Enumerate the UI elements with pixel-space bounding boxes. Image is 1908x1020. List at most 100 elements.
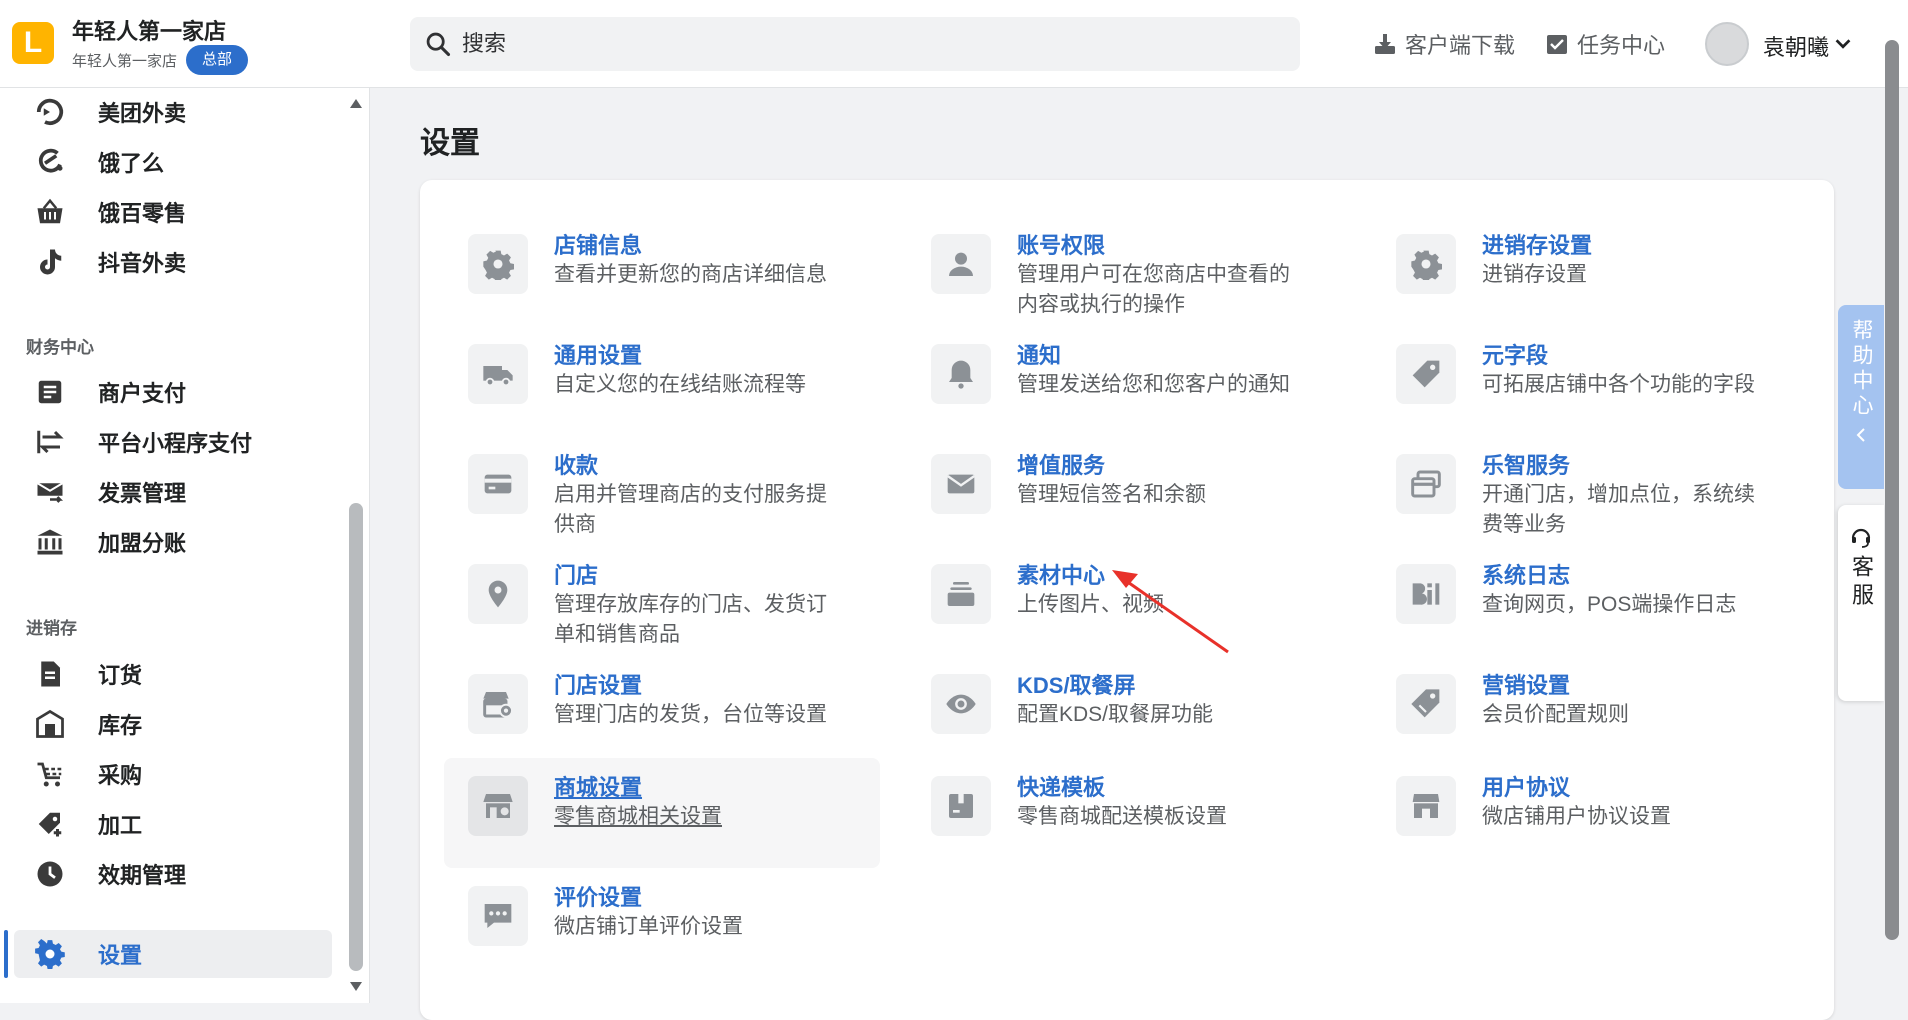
settings-tile-mall-settings[interactable]: 商城设置 零售商城相关设置 — [444, 758, 880, 868]
settings-tile-store-info[interactable]: 店铺信息 查看并更新您的商店详细信息 — [444, 216, 880, 326]
tile-desc: 微店铺用户协议设置 — [1482, 805, 1671, 828]
gear-icon — [28, 932, 72, 976]
tile-desc: 微店铺订单评价设置 — [554, 915, 743, 938]
tiktok-icon — [28, 240, 72, 284]
sidebar-item-purchase[interactable]: 采购 — [14, 750, 332, 798]
settings-tile-payments[interactable]: 收款 启用并管理商店的支付服务提供商 — [444, 436, 880, 546]
cards-icon — [1396, 454, 1456, 514]
sidebar-item-ebai[interactable]: 饿百零售 — [14, 188, 332, 236]
tile-title: 门店 — [554, 563, 599, 588]
sidebar-item-merchant-pay[interactable]: 商户支付 — [14, 368, 332, 416]
sidebar-item-ordering[interactable]: 订货 — [14, 650, 332, 698]
tile-desc: 启用并管理商店的支付服务提供商 — [554, 483, 827, 536]
tile-desc: 零售商城相关设置 — [554, 805, 722, 828]
sidebar-item-label: 加工 — [98, 813, 143, 838]
tile-title: 素材中心 — [1017, 563, 1106, 588]
settings-tile-review-settings[interactable]: 评价设置 微店铺订单评价设置 — [444, 868, 880, 978]
tile-title: 营销设置 — [1482, 673, 1571, 698]
store-name[interactable]: 年轻人第一家店 — [72, 14, 226, 46]
sidebar-item-eleme[interactable]: 饿了么 — [14, 138, 332, 186]
sidebar-item-label: 商户支付 — [98, 381, 187, 406]
sidebar-item-label: 美团外卖 — [98, 101, 187, 126]
task-center-button[interactable]: 任务中心 — [1545, 28, 1665, 60]
settings-tile-kds[interactable]: KDS/取餐屏 配置KDS/取餐屏功能 — [907, 656, 1343, 766]
avatar[interactable] — [1705, 22, 1749, 66]
invoice-icon — [28, 470, 72, 514]
location-icon — [468, 564, 528, 624]
customer-service-tab[interactable]: 客服 — [1838, 505, 1884, 701]
tile-desc: 管理发送给您和您客户的通知 — [1017, 373, 1290, 396]
stack-icon — [931, 564, 991, 624]
sidebar-item-franchise[interactable]: 加盟分账 — [14, 518, 332, 566]
settings-tile-marketing[interactable]: 营销设置 会员价配置规则 — [1372, 656, 1808, 766]
marketing-tag-icon — [1396, 674, 1456, 734]
download-client-button[interactable]: 客户端下载 — [1373, 28, 1515, 60]
tile-desc: 进销存设置 — [1482, 263, 1587, 286]
settings-tile-lezhi-service[interactable]: 乐智服务 开通门店，增加点位，系统续费等业务 — [1372, 436, 1808, 546]
shop-icon — [468, 776, 528, 836]
search-bar[interactable] — [410, 17, 1300, 71]
tile-title: 门店设置 — [554, 673, 643, 698]
sidebar-item-invoice[interactable]: 发票管理 — [14, 468, 332, 516]
user-name[interactable]: 袁朝曦 — [1763, 30, 1829, 62]
tile-title: 商城设置 — [554, 775, 643, 800]
tile-desc: 开通门店，增加点位，系统续费等业务 — [1482, 483, 1755, 536]
tile-desc: 可拓展店铺中各个功能的字段 — [1482, 373, 1755, 396]
sidebar-item-label: 饿了么 — [98, 151, 165, 176]
settings-tile-user-agreement[interactable]: 用户协议 微店铺用户协议设置 — [1372, 758, 1808, 868]
warehouse-icon — [28, 702, 72, 746]
clock-icon — [28, 852, 72, 896]
sidebar-item-label: 效期管理 — [98, 863, 187, 888]
store-subtitle: 年轻人第一家店 — [72, 53, 178, 70]
settings-tile-shipping-template[interactable]: 快递模板 零售商城配送模板设置 — [907, 758, 1343, 868]
help-center-label: 帮助中心 — [1850, 319, 1873, 419]
chevron-down-icon[interactable] — [1832, 33, 1854, 55]
search-input[interactable] — [462, 17, 1282, 71]
basket-icon — [28, 190, 72, 234]
sidebar-item-meituan[interactable]: 美团外卖 — [14, 88, 332, 136]
tile-title: 店铺信息 — [554, 233, 643, 258]
tile-title: 通知 — [1017, 343, 1062, 368]
transfer-icon — [28, 420, 72, 464]
mail-icon — [931, 454, 991, 514]
tile-desc: 查看并更新您的商店详细信息 — [554, 263, 827, 286]
tile-desc: 管理存放库存的门店、发货订单和销售商品 — [554, 593, 827, 646]
gear-icon — [468, 234, 528, 294]
tag-icon — [1396, 344, 1456, 404]
comment-icon — [468, 886, 528, 946]
sidebar-item-label: 订货 — [98, 663, 143, 688]
help-center-tab[interactable]: 帮助中心 — [1838, 305, 1884, 489]
settings-tile-system-log[interactable]: 系统日志 查询网页，POS端操作日志 — [1372, 546, 1808, 656]
headset-icon — [1851, 528, 1871, 548]
eye-icon — [931, 674, 991, 734]
sidebar-item-label: 加盟分账 — [98, 531, 187, 556]
settings-tile-value-added[interactable]: 增值服务 管理短信签名和余额 — [907, 436, 1343, 546]
sidebar-item-settings[interactable]: 设置 — [4, 930, 332, 978]
sidebar-item-douyin[interactable]: 抖音外卖 — [14, 238, 332, 286]
tile-title: 增值服务 — [1017, 453, 1106, 478]
settings-tile-notifications[interactable]: 通知 管理发送给您和您客户的通知 — [907, 326, 1343, 436]
tile-title: 快递模板 — [1017, 775, 1106, 800]
order-icon — [28, 652, 72, 696]
sidebar-scroll-thumb[interactable] — [349, 503, 363, 971]
settings-tile-store-settings[interactable]: 门店设置 管理门店的发货，台位等设置 — [444, 656, 880, 766]
document-icon — [28, 370, 72, 414]
storefront-icon — [1396, 776, 1456, 836]
sidebar-item-processing[interactable]: 加工 — [14, 800, 332, 848]
sidebar-item-expiry[interactable]: 效期管理 — [14, 850, 332, 898]
window-scroll-thumb[interactable] — [1885, 40, 1899, 940]
scroll-down-icon[interactable] — [349, 980, 363, 992]
settings-tile-account-permissions[interactable]: 账号权限 管理用户可在您商店中查看的内容或执行的操作 — [907, 216, 1343, 326]
gear-icon — [1396, 234, 1456, 294]
tile-title: 通用设置 — [554, 343, 643, 368]
sidebar-item-stock[interactable]: 库存 — [14, 700, 332, 748]
settings-tile-inventory-settings[interactable]: 进销存设置 进销存设置 — [1372, 216, 1808, 326]
settings-tile-general[interactable]: 通用设置 自定义您的在线结账流程等 — [444, 326, 880, 436]
scroll-up-icon[interactable] — [349, 98, 363, 110]
sidebar-item-label: 发票管理 — [98, 481, 187, 506]
tile-title: 用户协议 — [1482, 775, 1571, 800]
settings-tile-stores[interactable]: 门店 管理存放库存的门店、发货订单和销售商品 — [444, 546, 880, 656]
app-logo[interactable]: L — [12, 22, 54, 64]
settings-tile-metafields[interactable]: 元字段 可拓展店铺中各个功能的字段 — [1372, 326, 1808, 436]
sidebar-item-miniprogram-pay[interactable]: 平台小程序支付 — [14, 418, 332, 466]
